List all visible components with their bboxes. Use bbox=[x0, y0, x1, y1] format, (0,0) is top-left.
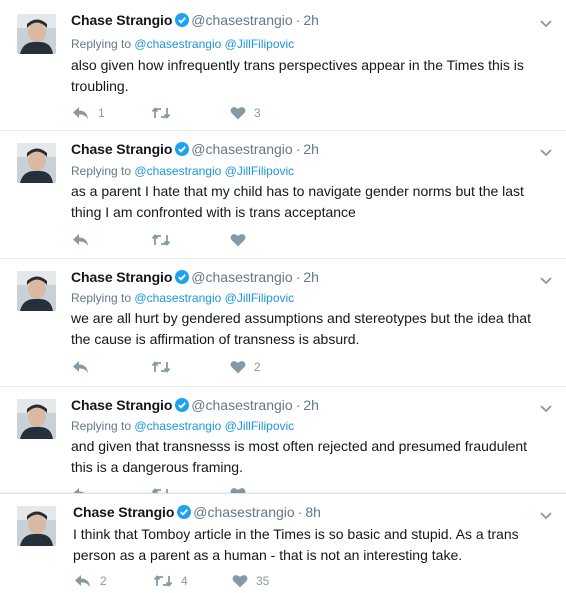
reply-icon bbox=[72, 233, 90, 247]
reply-count: 2 bbox=[100, 574, 107, 588]
replying-to: Replying to @chasestrangio @JillFilipovi… bbox=[71, 164, 295, 178]
tweet-header: Chase Strangio @chasestrangio · 8h bbox=[73, 503, 321, 523]
heart-icon bbox=[230, 360, 246, 374]
user-handle[interactable]: @chasestrangio bbox=[191, 141, 292, 157]
retweet-icon bbox=[153, 574, 173, 588]
retweet-icon bbox=[151, 233, 171, 247]
tweet[interactable]: Chase Strangio @chasestrangio · 8h I think … bbox=[0, 493, 566, 593]
tweet[interactable]: Chase Strangio @chasestrangio · 2h Replying… bbox=[0, 0, 566, 131]
verified-badge-icon bbox=[177, 505, 192, 523]
tweet-text: and given that transnesss is most often … bbox=[71, 438, 528, 475]
mention-link[interactable]: @JillFilipovic bbox=[225, 291, 295, 305]
separator-dot: · bbox=[295, 141, 301, 157]
retweet-button[interactable] bbox=[151, 106, 230, 120]
reply-icon bbox=[72, 360, 90, 374]
chevron-down-icon[interactable] bbox=[539, 145, 553, 157]
replying-to: Replying to @chasestrangio @JillFilipovi… bbox=[71, 419, 295, 433]
display-name[interactable]: Chase Strangio bbox=[71, 397, 172, 413]
tweet-text: we are all hurt by gendered assumptions … bbox=[71, 310, 531, 347]
timestamp[interactable]: 2h bbox=[303, 269, 319, 285]
chevron-down-icon[interactable] bbox=[539, 401, 553, 413]
heart-icon bbox=[232, 574, 248, 588]
avatar[interactable] bbox=[17, 399, 56, 439]
retweet-button[interactable] bbox=[151, 233, 230, 247]
reply-button[interactable] bbox=[72, 233, 151, 247]
tweet-actions bbox=[72, 231, 254, 249]
display-name[interactable]: Chase Strangio bbox=[71, 269, 172, 285]
tweet[interactable]: Chase Strangio @chasestrangio · 2h Replying… bbox=[0, 387, 566, 493]
replying-to: Replying to @chasestrangio @JillFilipovi… bbox=[71, 37, 295, 51]
retweet-button[interactable]: 4 bbox=[153, 574, 232, 588]
mention-link[interactable]: @chasestrangio bbox=[134, 37, 221, 51]
reply-button[interactable]: 1 bbox=[72, 106, 151, 120]
tweet-header: Chase Strangio @chasestrangio · 2h bbox=[71, 268, 319, 288]
tweet-header: Chase Strangio @chasestrangio · 2h bbox=[71, 140, 319, 160]
tweet-actions bbox=[72, 485, 254, 493]
like-count: 35 bbox=[256, 574, 270, 588]
timestamp[interactable]: 2h bbox=[303, 397, 319, 413]
avatar[interactable] bbox=[17, 14, 56, 54]
retweet-count: 4 bbox=[181, 574, 188, 588]
tweet-actions: 1 3 bbox=[72, 104, 261, 122]
display-name[interactable]: Chase Strangio bbox=[73, 504, 174, 520]
mention-link[interactable]: @chasestrangio bbox=[134, 164, 221, 178]
user-handle[interactable]: @chasestrangio bbox=[191, 397, 292, 413]
avatar[interactable] bbox=[17, 143, 56, 183]
mention-link[interactable]: @chasestrangio bbox=[134, 291, 221, 305]
tweet-actions: 2 4 35 bbox=[74, 572, 269, 590]
tweet[interactable]: Chase Strangio @chasestrangio · 2h Replying… bbox=[0, 259, 566, 387]
timestamp[interactable]: 2h bbox=[303, 141, 319, 157]
verified-badge-icon bbox=[175, 270, 190, 288]
chevron-down-icon[interactable] bbox=[539, 508, 553, 520]
like-button[interactable] bbox=[230, 233, 254, 247]
retweet-icon bbox=[151, 360, 171, 374]
reply-icon bbox=[72, 106, 90, 120]
separator-dot: · bbox=[297, 504, 303, 520]
separator-dot: · bbox=[295, 12, 301, 28]
chevron-down-icon[interactable] bbox=[539, 16, 553, 28]
user-handle[interactable]: @chasestrangio bbox=[193, 504, 294, 520]
tweet[interactable]: Chase Strangio @chasestrangio · 2h Replying… bbox=[0, 131, 566, 259]
verified-badge-icon bbox=[175, 398, 190, 416]
replying-to: Replying to @chasestrangio @JillFilipovi… bbox=[71, 291, 295, 305]
like-count: 3 bbox=[254, 106, 261, 120]
heart-icon bbox=[230, 233, 246, 247]
user-handle[interactable]: @chasestrangio bbox=[191, 269, 292, 285]
reply-icon bbox=[74, 574, 92, 588]
like-button[interactable]: 3 bbox=[230, 106, 261, 120]
mention-link[interactable]: @JillFilipovic bbox=[225, 164, 295, 178]
mention-link[interactable]: @JillFilipovic bbox=[225, 37, 295, 51]
timestamp[interactable]: 8h bbox=[305, 504, 321, 520]
separator-dot: · bbox=[295, 269, 301, 285]
timestamp[interactable]: 2h bbox=[303, 12, 319, 28]
tweet-header: Chase Strangio @chasestrangio · 2h bbox=[71, 396, 319, 416]
display-name[interactable]: Chase Strangio bbox=[71, 141, 172, 157]
reply-button[interactable]: 2 bbox=[74, 574, 153, 588]
tweet-actions: 2 bbox=[72, 358, 261, 376]
reply-count: 1 bbox=[98, 106, 105, 120]
avatar[interactable] bbox=[17, 506, 56, 546]
verified-badge-icon bbox=[175, 13, 190, 31]
verified-badge-icon bbox=[175, 142, 190, 160]
display-name[interactable]: Chase Strangio bbox=[71, 12, 172, 28]
tweet-text: also given how infrequently trans perspe… bbox=[71, 57, 524, 94]
user-handle[interactable]: @chasestrangio bbox=[191, 12, 292, 28]
retweet-button[interactable] bbox=[151, 360, 230, 374]
like-count: 2 bbox=[254, 360, 261, 374]
retweet-icon bbox=[151, 106, 171, 120]
tweet-text: as a parent I hate that my child has to … bbox=[71, 183, 524, 220]
chevron-down-icon[interactable] bbox=[539, 273, 553, 285]
mention-link[interactable]: @chasestrangio bbox=[134, 419, 221, 433]
tweet-header: Chase Strangio @chasestrangio · 2h bbox=[71, 11, 319, 31]
tweet-text: I think that Tomboy article in the Times… bbox=[73, 526, 519, 563]
reply-button[interactable] bbox=[72, 360, 151, 374]
like-button[interactable]: 2 bbox=[230, 360, 261, 374]
separator-dot: · bbox=[295, 397, 301, 413]
heart-icon bbox=[230, 106, 246, 120]
avatar[interactable] bbox=[17, 271, 56, 311]
mention-link[interactable]: @JillFilipovic bbox=[225, 419, 295, 433]
like-button[interactable]: 35 bbox=[232, 574, 269, 588]
